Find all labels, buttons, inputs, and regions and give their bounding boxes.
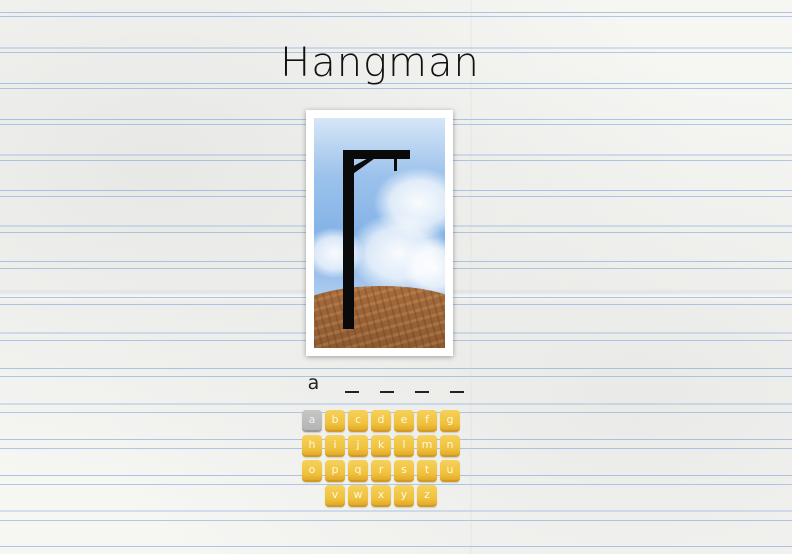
letter-key-r[interactable]: r (371, 460, 391, 482)
letter-key-s[interactable]: s (394, 460, 414, 482)
word-letter-slot (366, 372, 401, 400)
letter-key-y[interactable]: y (394, 485, 414, 507)
page-title: Hangman (280, 40, 480, 86)
word-letter-slot: a (296, 372, 331, 400)
letter-key-w[interactable]: w (348, 485, 368, 507)
word-letter-slot (401, 372, 436, 400)
word-letter-slot (331, 372, 366, 400)
letter-key-x[interactable]: x (371, 485, 391, 507)
letter-key-h[interactable]: h (302, 435, 322, 457)
letter-key-j[interactable]: j (348, 435, 368, 457)
keyboard-row: vwxyz (300, 485, 462, 507)
letter-key-l[interactable]: l (394, 435, 414, 457)
letter-key-n[interactable]: n (440, 435, 460, 457)
blank-letter-underscore (345, 391, 359, 393)
letter-key-a: a (302, 410, 322, 432)
letter-key-z[interactable]: z (417, 485, 437, 507)
letter-key-k[interactable]: k (371, 435, 391, 457)
keyboard-row: abcdefg (300, 410, 462, 432)
revealed-letter: a (307, 372, 320, 394)
letter-key-q[interactable]: q (348, 460, 368, 482)
hangman-scene (314, 118, 445, 348)
keyboard-row: opqrstu (300, 460, 462, 482)
letter-keyboard: abcdefg hijklmn opqrstu vwxyz (300, 410, 462, 510)
blank-letter-underscore (380, 391, 394, 393)
letter-key-u[interactable]: u (440, 460, 460, 482)
hangman-picture-frame (306, 110, 453, 356)
letter-key-d[interactable]: d (371, 410, 391, 432)
letter-key-t[interactable]: t (417, 460, 437, 482)
letter-key-e[interactable]: e (394, 410, 414, 432)
blank-letter-underscore (450, 391, 464, 393)
word-letter-slot (436, 372, 471, 400)
letter-key-p[interactable]: p (325, 460, 345, 482)
letter-key-c[interactable]: c (348, 410, 368, 432)
word-display: a (296, 372, 471, 400)
letter-key-m[interactable]: m (417, 435, 437, 457)
letter-key-o[interactable]: o (302, 460, 322, 482)
letter-key-b[interactable]: b (325, 410, 345, 432)
gallows-icon (343, 150, 410, 329)
keyboard-row: hijklmn (300, 435, 462, 457)
letter-key-v[interactable]: v (325, 485, 345, 507)
letter-key-g[interactable]: g (440, 410, 460, 432)
letter-key-f[interactable]: f (417, 410, 437, 432)
blank-letter-underscore (415, 391, 429, 393)
letter-key-i[interactable]: i (325, 435, 345, 457)
